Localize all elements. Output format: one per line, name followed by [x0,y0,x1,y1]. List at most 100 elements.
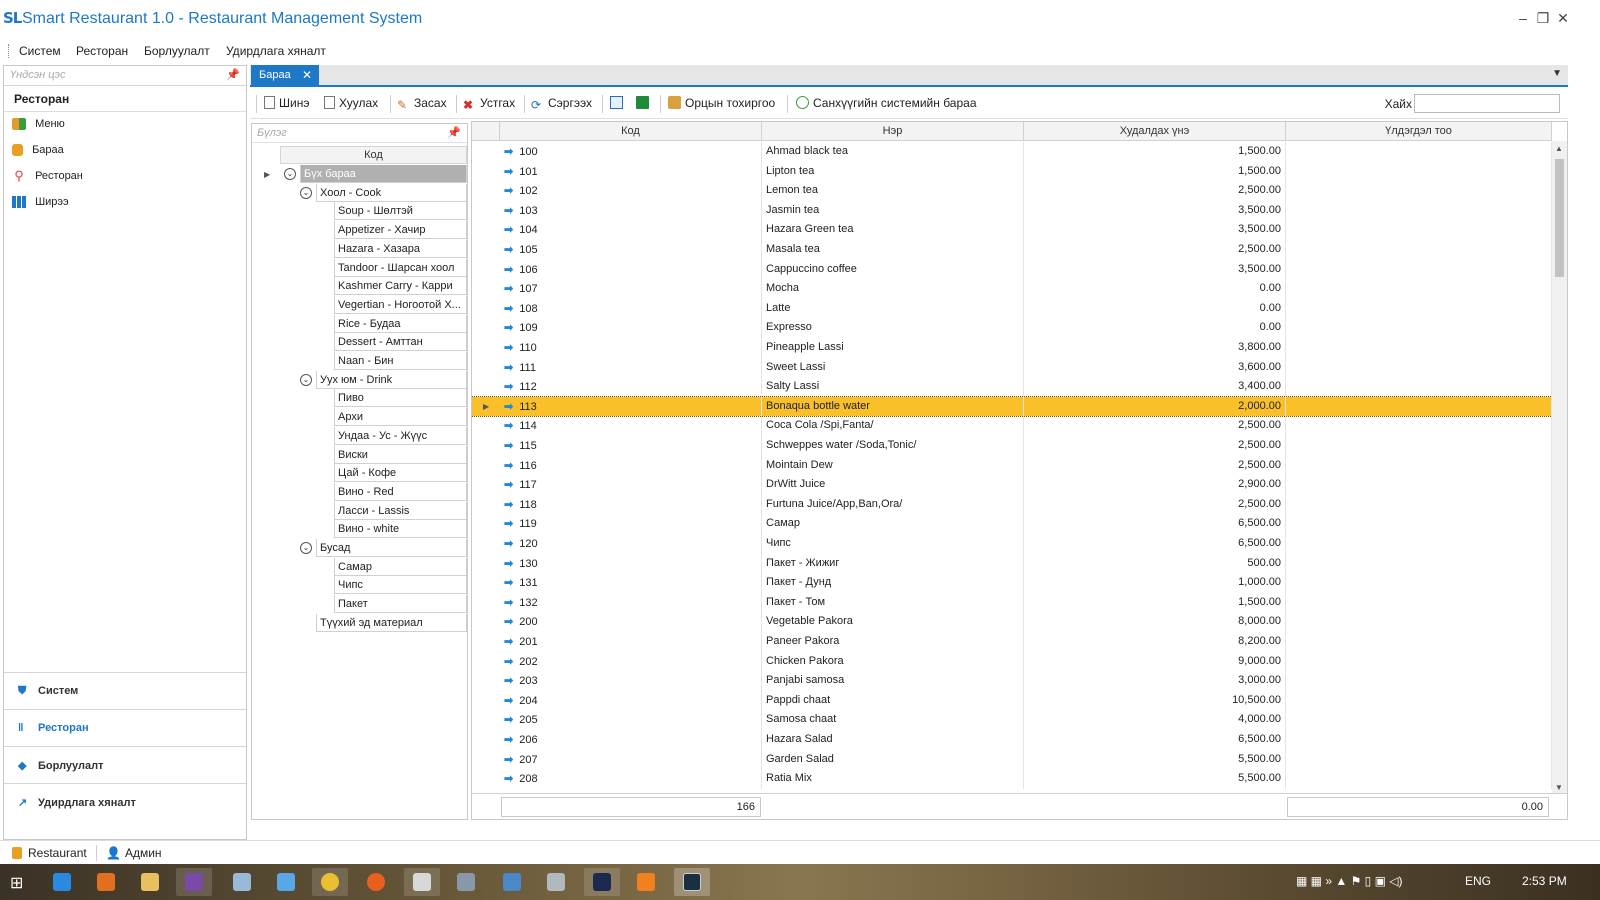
search-input[interactable] [1414,94,1560,113]
tab-products[interactable]: Бараа ✕ [251,65,319,87]
tree-node[interactable]: Түүхий эд материал [316,613,467,632]
preview-button[interactable] [610,96,627,112]
tree-node[interactable]: Appetizer - Хачир [334,221,467,240]
table-row[interactable]: ➡ 131 Пакет - Дунд 1,000.00 [472,573,1552,593]
table-row[interactable]: ➡ 206 Hazara Salad 6,500.00 [472,730,1552,750]
table-row[interactable]: ➡ 103 Jasmin tea 3,500.00 [472,200,1552,221]
table-row[interactable]: ➡ 101 Lipton tea 1,500.00 [472,161,1552,182]
pin-icon[interactable]: 📌 [226,68,240,81]
copy-button[interactable]: Хуулах [324,96,378,112]
table-row[interactable]: ➡ 102 Lemon tea 2,500.00 [472,181,1552,201]
table-row[interactable]: ➡ 204 Pappdi chaat 10,500.00 [472,690,1552,711]
tree-node[interactable]: Хоол - Cook [316,183,467,202]
column-header-code[interactable]: Код [500,122,762,141]
table-row[interactable]: ➡ 107 Mocha 0.00 [472,279,1552,299]
scroll-up-icon[interactable]: ▲ [1555,144,1563,153]
close-window-button[interactable]: ✕ [1554,10,1572,27]
tree-node[interactable]: Цай - Кофе [334,464,467,483]
delete-button[interactable]: ✖ Устгах [463,96,515,112]
nav-group-sales[interactable]: ◆ Борлуулалт [4,746,246,783]
tree-node[interactable]: Чипс [334,576,467,595]
group-column-header[interactable]: Код [280,146,467,164]
nav-item-tables[interactable]: Ширээ [4,190,246,216]
nav-item-restaurant[interactable]: ⚲ Ресторан [4,164,246,190]
calc-taskbar-icon[interactable] [448,868,484,896]
table-row[interactable]: ➡ 117 DrWitt Juice 2,900.00 [472,475,1552,495]
notepad-taskbar-icon[interactable] [224,868,260,896]
photoshop-taskbar-icon[interactable] [584,868,620,896]
table-row[interactable]: ➡ 120 Чипс 6,500.00 [472,534,1552,554]
game-taskbar-icon[interactable] [538,868,574,896]
table-row[interactable]: ➡ 205 Samosa chaat 4,000.00 [472,710,1552,730]
python-taskbar-icon[interactable] [494,868,530,896]
menu-sales[interactable]: Борлуулалт [144,44,210,58]
tree-node[interactable]: Hazara - Хазара [334,239,467,258]
table-row[interactable]: ➡ 208 Ratia Mix 5,500.00 [472,769,1552,789]
tree-node[interactable]: Архи [334,408,467,427]
close-tab-icon[interactable]: ✕ [302,68,312,82]
tree-node[interactable]: Самар [334,557,467,576]
nav-group-management[interactable]: ↗ Удирдлага хяналт [4,783,246,821]
finance-products-button[interactable]: Санхүүгийн системийн бараа [796,96,977,112]
tree-node[interactable]: Бүх бараа [300,165,467,183]
table-row[interactable]: ➡ 115 Schweppes water /Soda,Tonic/2,500.00 [472,436,1552,456]
nav-group-system[interactable]: ⛊ Систем [4,672,246,709]
status-user[interactable]: 👤 Админ [106,846,162,860]
tree-expander-icon[interactable]: ⌄ [300,542,312,554]
table-row[interactable]: ▶ ➡ 113 Bonaqua bottle water 2,000.00 [472,395,1553,418]
tree-node[interactable]: Kashmer Carry - Карри [334,277,467,296]
menu-management[interactable]: Удирдлага хяналт [226,44,326,58]
status-restaurant[interactable]: Restaurant [12,846,87,860]
table-row[interactable]: ➡ 106 Cappuccino coffee 3,500.00 [472,259,1552,280]
explorer-taskbar-icon[interactable] [132,868,168,896]
tree-node[interactable]: Vegertian - Ногоотой Х... [334,295,467,314]
visual-studio-taskbar-icon[interactable] [176,868,212,896]
table-row[interactable]: ➡ 105 Masala tea 2,500.00 [472,240,1552,260]
tree-node[interactable]: Вино - Red [334,482,467,501]
table-row[interactable]: ➡ 130 Пакет - Жижиг 500.00 [472,553,1552,574]
tree-node[interactable]: Виски [334,445,467,464]
smart-restaurant-taskbar-icon[interactable] [674,868,710,896]
new-button[interactable]: Шинэ [264,96,309,112]
table-row[interactable]: ➡ 114 Coca Cola /Spi,Fanta/2,500.00 [472,416,1552,436]
table-row[interactable]: ➡ 118 Furtuna Juice/App,Ban,Ora/2,500.00 [472,494,1552,515]
table-row[interactable]: ➡ 108 Latte 0.00 [472,298,1552,319]
nav-group-restaurant[interactable]: ǁ Ресторан [4,709,246,746]
vertical-scrollbar[interactable]: ▲ ▼ [1552,141,1567,795]
export-excel-button[interactable] [636,96,653,112]
tree-node[interactable]: Ласси - Lassis [334,501,467,520]
table-row[interactable]: ➡ 110 Pineapple Lassi 3,800.00 [472,338,1552,358]
scrollbar-thumb[interactable] [1555,159,1564,277]
language-indicator[interactable]: ENG [1465,874,1491,888]
table-row[interactable]: ➡ 111 Sweet Lassi 3,600.00 [472,357,1552,378]
table-row[interactable]: ➡ 100 Ahmad black tea 1,500.00 [472,142,1552,162]
table-row[interactable]: ➡ 104 Hazara Green tea 3,500.00 [472,220,1552,240]
clock[interactable]: 2:53 PM [1522,874,1567,888]
windows-start-icon[interactable]: ⊞ [10,873,23,893]
tree-node[interactable]: Tandoor - Шарсан хоол [334,258,467,277]
column-header-stock[interactable]: Үлдэгдэл тоо [1286,122,1552,141]
tree-node[interactable]: Пиво [334,389,467,408]
restore-button[interactable]: ❐ [1534,10,1552,27]
tree-node[interactable]: Dessert - Амттан [334,333,467,352]
media-taskbar-icon[interactable] [88,868,124,896]
table-row[interactable]: ➡ 109 Expresso 0.00 [472,318,1552,338]
tree-node[interactable]: Уух юм - Drink [316,370,467,389]
table-row[interactable]: ➡ 119 Самар 6,500.00 [472,514,1552,534]
menu-restaurant[interactable]: Ресторан [76,44,128,58]
ie-taskbar-icon[interactable] [44,868,80,896]
column-header-name[interactable]: Нэр [762,122,1024,141]
nav-item-menu[interactable]: Меню [4,112,246,138]
tree-node[interactable]: Soup - Шөлтэй [334,202,467,221]
menu-system[interactable]: Систем [19,44,61,58]
chrome-taskbar-icon[interactable] [312,868,348,896]
tree-node[interactable]: Rice - Будаа [334,314,467,333]
tray-icons[interactable]: ▦ ▦ » ▲ ⚑ ▯ ▣ ◁) [1296,874,1403,888]
tool-taskbar-icon[interactable] [404,868,440,896]
firefox-taskbar-icon[interactable] [358,868,394,896]
column-header-price[interactable]: Худалдах үнэ [1024,122,1286,141]
scroll-down-icon[interactable]: ▼ [1555,783,1563,792]
sublime-taskbar-icon[interactable] [628,868,664,896]
app-taskbar-icon[interactable] [268,868,304,896]
table-row[interactable]: ➡ 200 Vegetable Pakora 8,000.00 [472,612,1552,632]
